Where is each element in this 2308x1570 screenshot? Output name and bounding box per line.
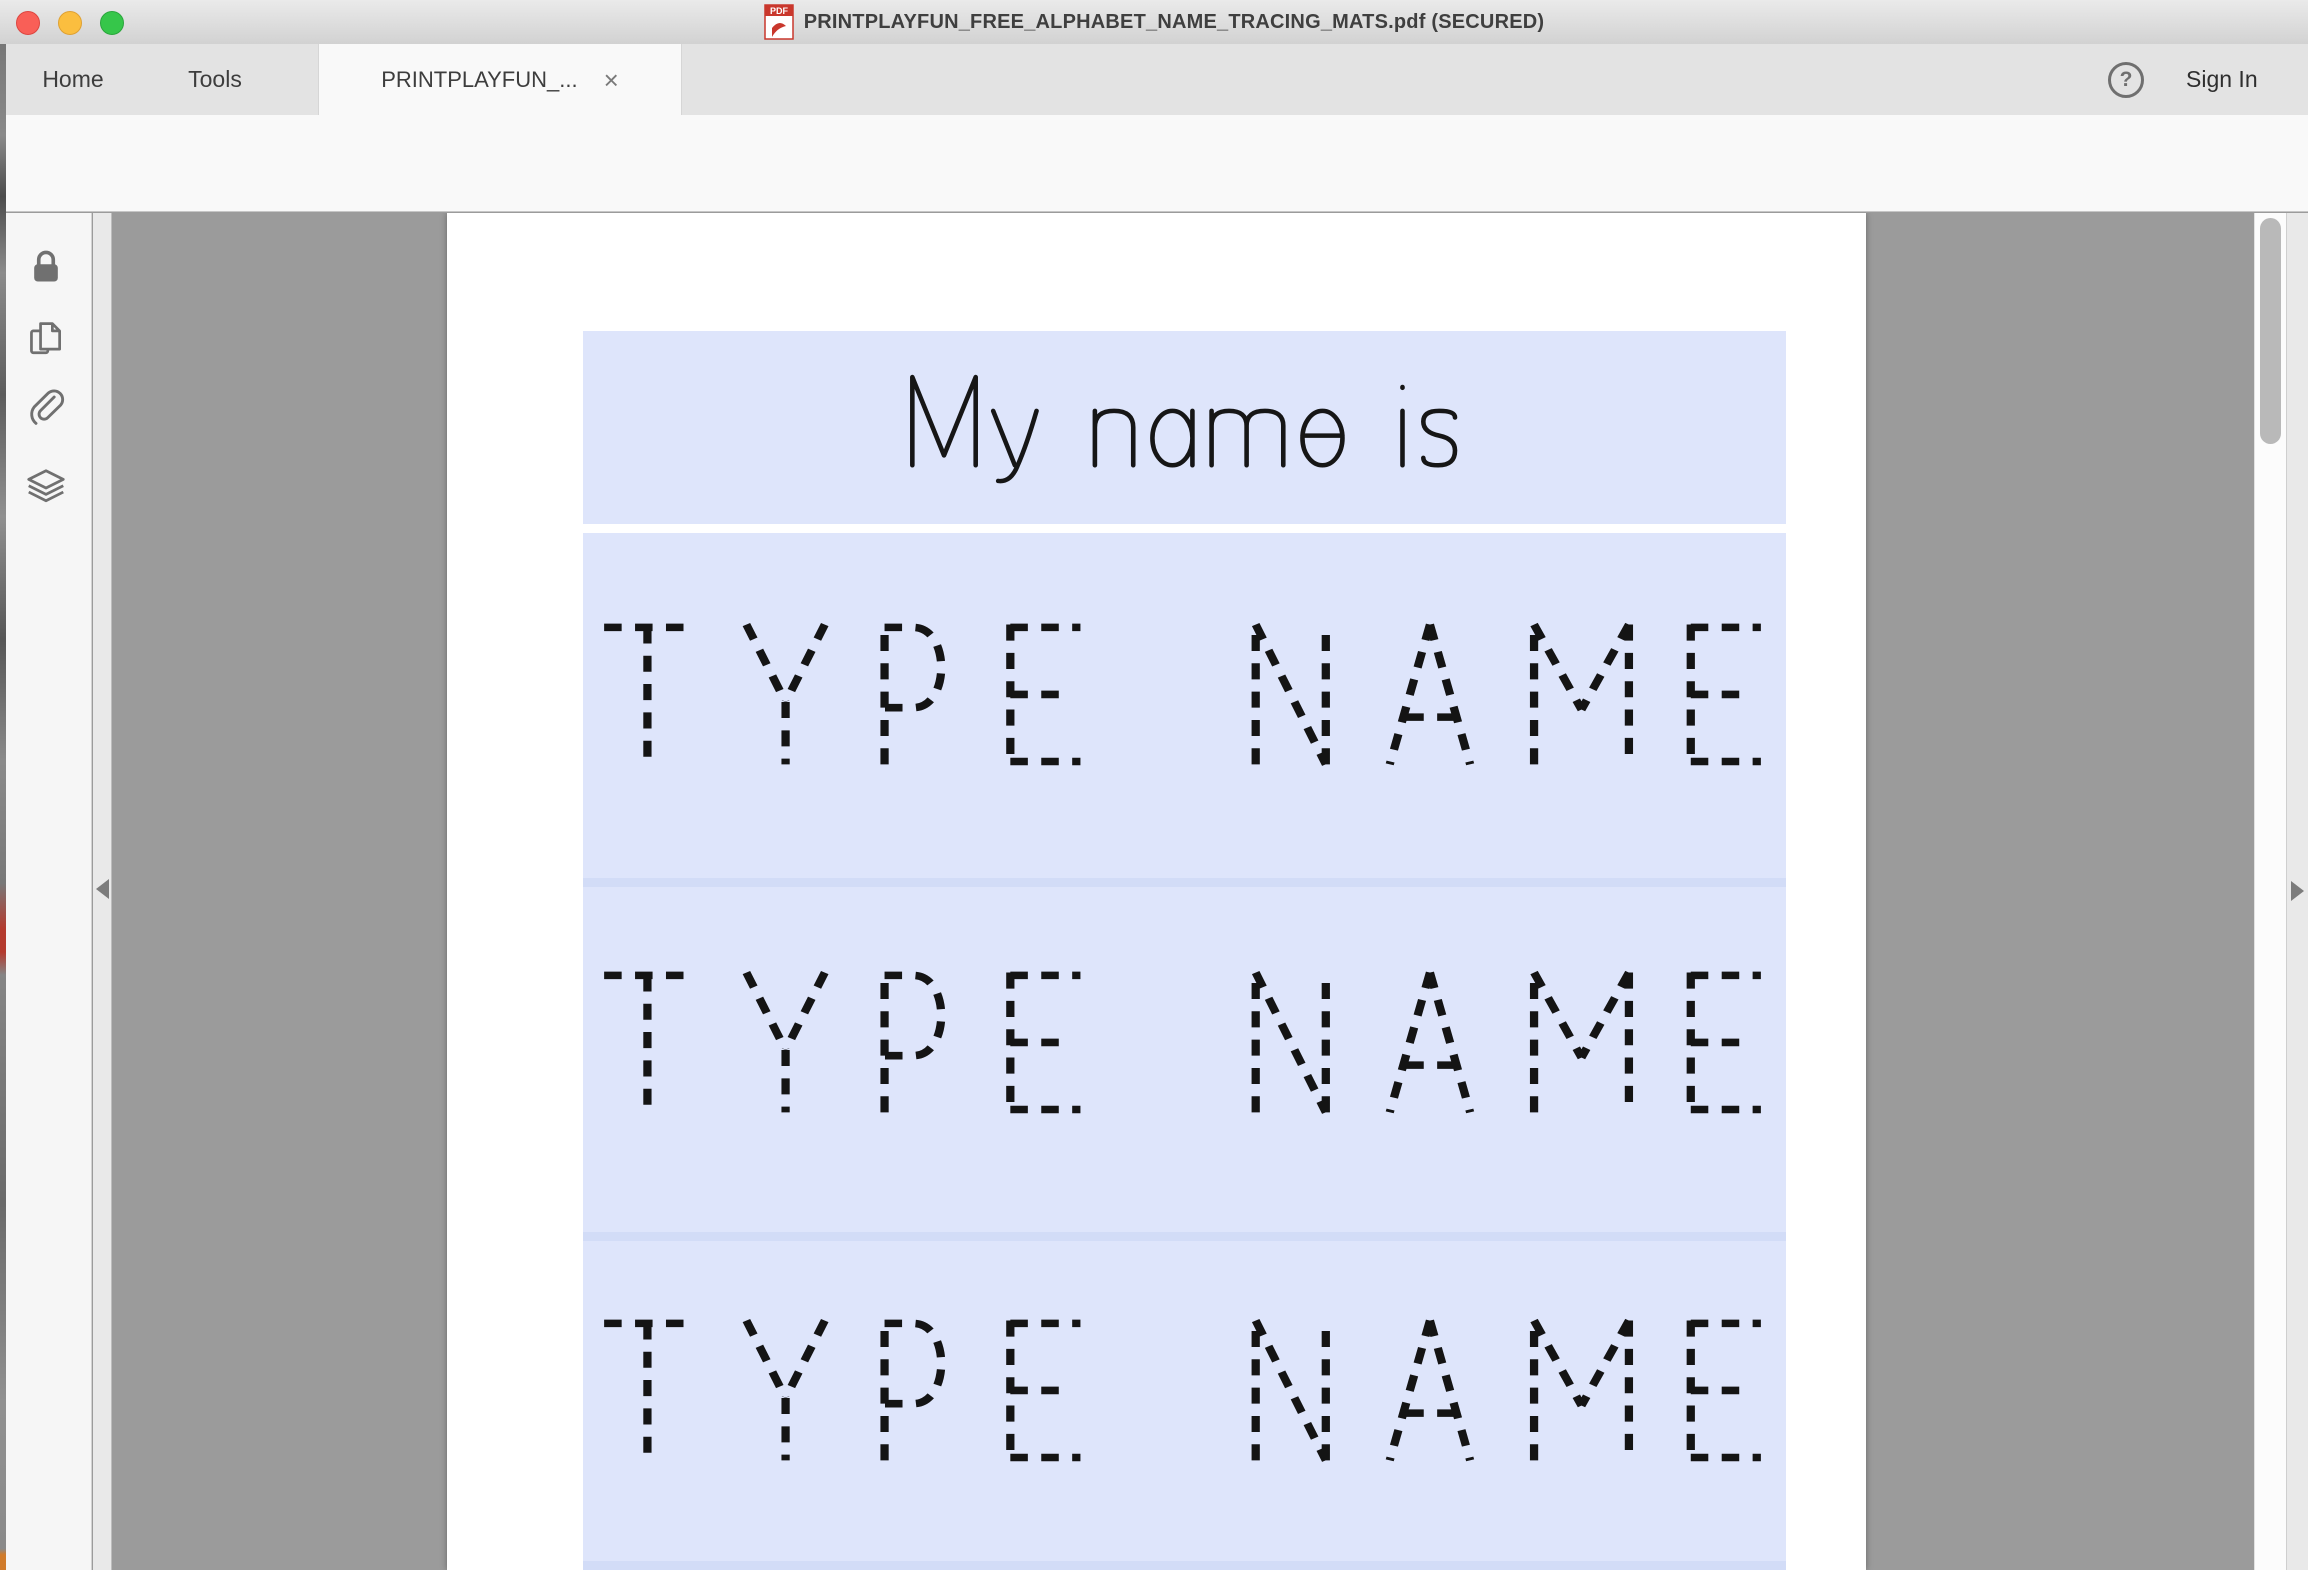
layers-panel-button[interactable] (18, 460, 74, 516)
tab-document-label: PRINTPLAYFUN_... (381, 67, 577, 93)
tabbar: Home Tools PRINTPLAYFUN_... × ? Sign In (0, 44, 2308, 115)
security-panel-button[interactable] (18, 239, 74, 295)
pages-icon (26, 320, 66, 360)
tracing-text-row (600, 1313, 1765, 1466)
left-panel-sidebar (0, 213, 92, 1570)
pages-panel-button[interactable] (18, 312, 74, 368)
expand-right-panel-strip (2286, 213, 2308, 1570)
help-button[interactable]: ? (2108, 62, 2144, 98)
name-header-box (583, 331, 1786, 524)
collapse-left-panel-strip (93, 213, 112, 1570)
close-window-button[interactable] (16, 11, 40, 35)
layers-icon (26, 468, 66, 508)
vertical-scrollbar[interactable] (2254, 213, 2286, 1570)
attachments-panel-button[interactable] (18, 379, 74, 435)
minimize-window-button[interactable] (58, 11, 82, 35)
traffic-lights (16, 11, 124, 35)
document-canvas (113, 213, 2254, 1570)
toolbar: / 4 75% (0, 115, 2308, 212)
collapse-left-chevron-icon[interactable] (96, 879, 109, 899)
question-icon: ? (2120, 68, 2133, 92)
tab-tools[interactable]: Tools (160, 44, 270, 115)
acrobat-window: PDF PRINTPLAYFUN_FREE_ALPHABET_NAME_TRAC… (0, 0, 2308, 1570)
mat-separator (583, 1232, 1786, 1241)
window-title: PRINTPLAYFUN_FREE_ALPHABET_NAME_TRACING_… (804, 11, 1545, 34)
titlebar: PDF PRINTPLAYFUN_FREE_ALPHABET_NAME_TRAC… (0, 0, 2308, 45)
expand-right-chevron-icon[interactable] (2291, 881, 2304, 901)
pdf-page (447, 213, 1866, 1570)
pdf-file-icon: PDF (764, 4, 794, 40)
content-area (0, 213, 2308, 1570)
scrollbar-thumb[interactable] (2260, 218, 2281, 444)
mat-separator (583, 1561, 1786, 1570)
pdf-badge-label: PDF (770, 6, 789, 16)
tab-home[interactable]: Home (18, 44, 128, 115)
desktop-edge-sliver (0, 44, 6, 1570)
paperclip-icon (26, 387, 66, 427)
zoom-window-button[interactable] (100, 11, 124, 35)
tab-close-icon[interactable]: × (604, 67, 619, 93)
tracing-text-row (600, 617, 1765, 770)
tracing-text-row (600, 965, 1765, 1118)
lock-icon (26, 247, 66, 287)
sign-in-button[interactable]: Sign In (2186, 44, 2258, 115)
my-name-is-text (909, 373, 1460, 490)
tab-document[interactable]: PRINTPLAYFUN_... × (318, 44, 682, 115)
mat-separator (583, 878, 1786, 887)
